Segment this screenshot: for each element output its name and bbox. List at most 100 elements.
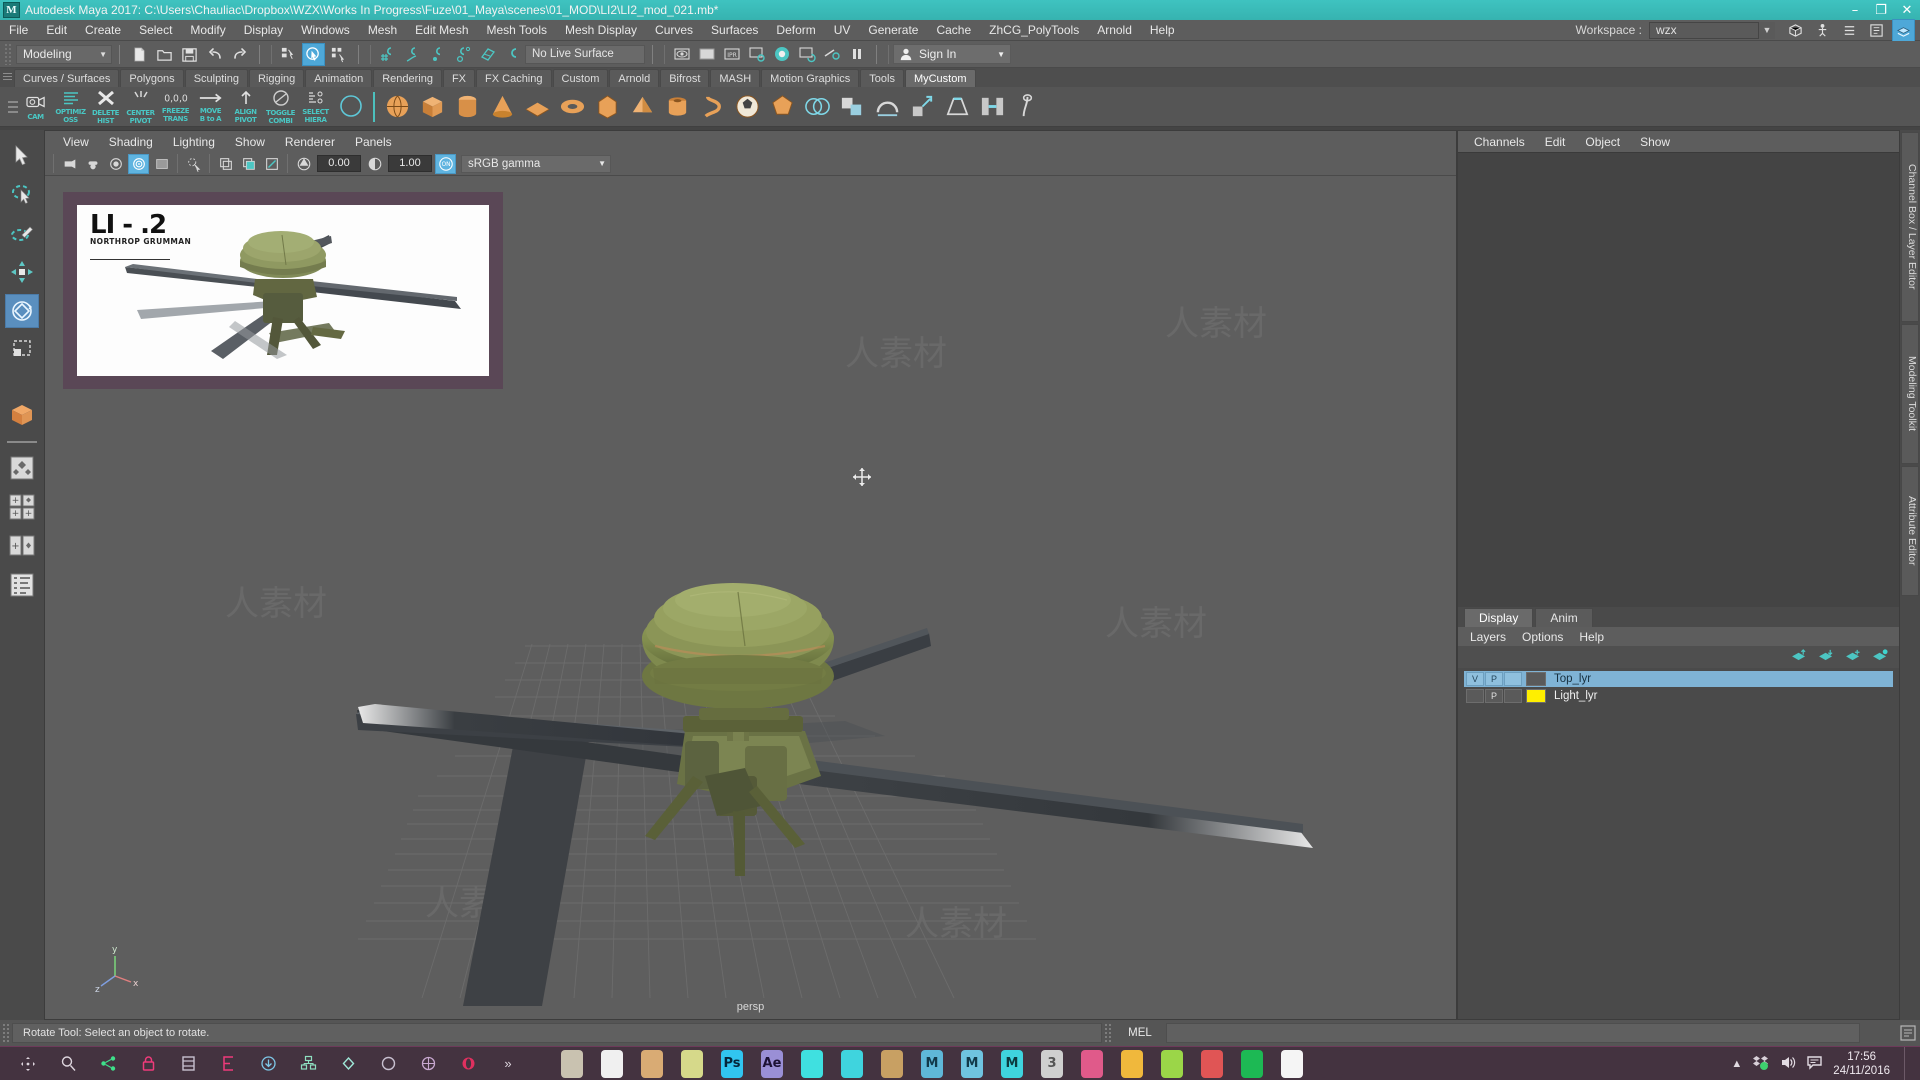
menu-item-mesh[interactable]: Mesh bbox=[359, 20, 406, 41]
command-line-grip-2[interactable] bbox=[1104, 1023, 1112, 1043]
delete-history-shelf-button[interactable]: DELETE HIST bbox=[89, 90, 122, 123]
script-editor-icon[interactable] bbox=[1896, 1023, 1920, 1043]
rotate-tool[interactable] bbox=[5, 294, 39, 328]
menu-item-modify[interactable]: Modify bbox=[181, 20, 234, 41]
lock-icon[interactable] bbox=[133, 1049, 163, 1079]
shelf-grip[interactable] bbox=[3, 73, 12, 82]
shelf-smooth-icon[interactable] bbox=[871, 90, 904, 123]
two-d-pan-zoom-icon[interactable] bbox=[151, 154, 172, 174]
layer-displaytype-toggle[interactable] bbox=[1504, 672, 1522, 686]
color-management-selector[interactable]: sRGB gamma ▼ bbox=[461, 154, 611, 173]
image-plane-icon[interactable] bbox=[105, 154, 126, 174]
snap-to-curve-icon[interactable] bbox=[401, 43, 424, 66]
select-hierarchy-shelf-button[interactable]: SELECT HIERA bbox=[299, 90, 332, 123]
floppy-save-app[interactable] bbox=[557, 1049, 587, 1079]
freeze-transform-shelf-button[interactable]: 0,0,0 FREEZE TRANS bbox=[159, 90, 192, 123]
shelf-extrude-icon[interactable] bbox=[906, 90, 939, 123]
layer-visibility-toggle[interactable]: V bbox=[1466, 672, 1484, 686]
dropbox-icon[interactable] bbox=[1752, 1054, 1769, 1074]
layer-tab-display[interactable]: Display bbox=[1464, 608, 1534, 627]
workspace-icon-2[interactable] bbox=[1811, 19, 1834, 42]
network-icon[interactable] bbox=[293, 1049, 323, 1079]
viewport-menu-view[interactable]: View bbox=[53, 135, 99, 149]
shelf-pipe-icon[interactable] bbox=[661, 90, 694, 123]
menu-item-curves[interactable]: Curves bbox=[646, 20, 702, 41]
chevron-down-icon[interactable]: ▼ bbox=[1759, 21, 1775, 39]
shelf-sculpt-icon[interactable] bbox=[1011, 90, 1044, 123]
channelbox-menu-show[interactable]: Show bbox=[1630, 135, 1680, 149]
shelf-pyramid-icon[interactable] bbox=[626, 90, 659, 123]
layer-visibility-toggle[interactable] bbox=[1466, 689, 1484, 703]
viewport-canvas[interactable]: 人素材 人素材 人素材 人素材 人素材 人素材 人素材 人素材 bbox=[45, 176, 1456, 1019]
search-icon[interactable] bbox=[53, 1049, 83, 1079]
layer-color-swatch[interactable] bbox=[1526, 689, 1546, 703]
menu-item-create[interactable]: Create bbox=[76, 20, 130, 41]
undo-icon[interactable] bbox=[203, 43, 226, 66]
opera-app3[interactable] bbox=[1317, 1049, 1347, 1079]
shelf-cone-icon[interactable] bbox=[486, 90, 519, 123]
shelf-prism-icon[interactable] bbox=[591, 90, 624, 123]
menu-item-cache[interactable]: Cache bbox=[927, 20, 980, 41]
shelf-tab-motion-graphics[interactable]: Motion Graphics bbox=[761, 69, 860, 87]
show-desktop-button[interactable] bbox=[1904, 1046, 1910, 1080]
shelf-bevel-icon[interactable] bbox=[941, 90, 974, 123]
shelf-tab-tools[interactable]: Tools bbox=[860, 69, 904, 87]
menu-item-deform[interactable]: Deform bbox=[767, 20, 824, 41]
menu-item-surfaces[interactable]: Surfaces bbox=[702, 20, 767, 41]
bookmark-app[interactable] bbox=[1197, 1049, 1227, 1079]
outliner-layout[interactable] bbox=[5, 568, 39, 602]
maximize-button[interactable]: ❐ bbox=[1868, 0, 1894, 20]
vertical-tab-modeling-toolkit[interactable]: Modeling Toolkit bbox=[1901, 324, 1919, 464]
maya-app-3[interactable]: M bbox=[997, 1049, 1027, 1079]
render-view-icon[interactable] bbox=[670, 43, 693, 66]
snap-to-grid-icon[interactable] bbox=[376, 43, 399, 66]
evernote-app[interactable] bbox=[1157, 1049, 1187, 1079]
maya-app-2[interactable]: M bbox=[957, 1049, 987, 1079]
circle-shelf-button[interactable] bbox=[334, 90, 367, 123]
maya-app-1[interactable]: M bbox=[917, 1049, 947, 1079]
toggle-render-icon[interactable] bbox=[820, 43, 843, 66]
command-input[interactable] bbox=[1166, 1023, 1860, 1043]
viewport-menu-panels[interactable]: Panels bbox=[345, 135, 402, 149]
viewport-menu-shading[interactable]: Shading bbox=[99, 135, 163, 149]
open-scene-icon[interactable] bbox=[153, 43, 176, 66]
move-b-to-a-shelf-button[interactable]: MOVE B to A bbox=[194, 90, 227, 123]
channelbox-menu-channels[interactable]: Channels bbox=[1464, 135, 1535, 149]
menu-item-help[interactable]: Help bbox=[1141, 20, 1184, 41]
substance-app[interactable] bbox=[877, 1049, 907, 1079]
select-tool[interactable] bbox=[5, 138, 39, 172]
move-handle-icon[interactable] bbox=[13, 1049, 43, 1079]
hypershade-icon[interactable] bbox=[770, 43, 793, 66]
camera-shelf-button[interactable]: CAM bbox=[19, 90, 52, 123]
new-scene-icon[interactable] bbox=[128, 43, 151, 66]
four-view-layout[interactable]: + + + bbox=[5, 490, 39, 524]
close-button[interactable]: ✕ bbox=[1894, 0, 1920, 20]
exposure-icon[interactable] bbox=[293, 154, 314, 174]
command-language-label[interactable]: MEL bbox=[1114, 1027, 1166, 1039]
optimize-shelf-button[interactable]: OPTIMIZ OSS bbox=[54, 90, 87, 123]
workspace-layers-icon[interactable] bbox=[1892, 18, 1915, 42]
move-layer-down-icon[interactable] bbox=[1818, 649, 1835, 665]
shelf-tab-fx[interactable]: FX bbox=[442, 69, 476, 87]
layer-playback-toggle[interactable]: P bbox=[1485, 672, 1503, 686]
xray-toggle-icon[interactable] bbox=[215, 154, 236, 174]
make-live-icon[interactable] bbox=[501, 43, 524, 66]
shelf-tab-sculpting[interactable]: Sculpting bbox=[184, 69, 248, 87]
shelf-boolean-icon[interactable] bbox=[801, 90, 834, 123]
shelf-tab-arnold[interactable]: Arnold bbox=[609, 69, 660, 87]
ipr-render-icon[interactable]: IPR bbox=[720, 43, 743, 66]
move-tool[interactable] bbox=[5, 255, 39, 289]
menu-item-generate[interactable]: Generate bbox=[859, 20, 927, 41]
chrome-app[interactable] bbox=[597, 1049, 627, 1079]
shelf-tab-rendering[interactable]: Rendering bbox=[373, 69, 442, 87]
snap-to-projected-center-icon[interactable] bbox=[451, 43, 474, 66]
menu-item-edit-mesh[interactable]: Edit Mesh bbox=[406, 20, 477, 41]
toggle-combine-shelf-button[interactable]: TOGGLE COMBI bbox=[264, 90, 297, 123]
menu-item-windows[interactable]: Windows bbox=[292, 20, 359, 41]
layer-tab-anim[interactable]: Anim bbox=[1535, 608, 1593, 627]
shelf-combine-icon[interactable] bbox=[836, 90, 869, 123]
workspace-icon-4[interactable] bbox=[1865, 19, 1888, 42]
viewport-menu-show[interactable]: Show bbox=[225, 135, 275, 149]
menu-item-uv[interactable]: UV bbox=[825, 20, 860, 41]
shelf-tab-rigging[interactable]: Rigging bbox=[248, 69, 305, 87]
